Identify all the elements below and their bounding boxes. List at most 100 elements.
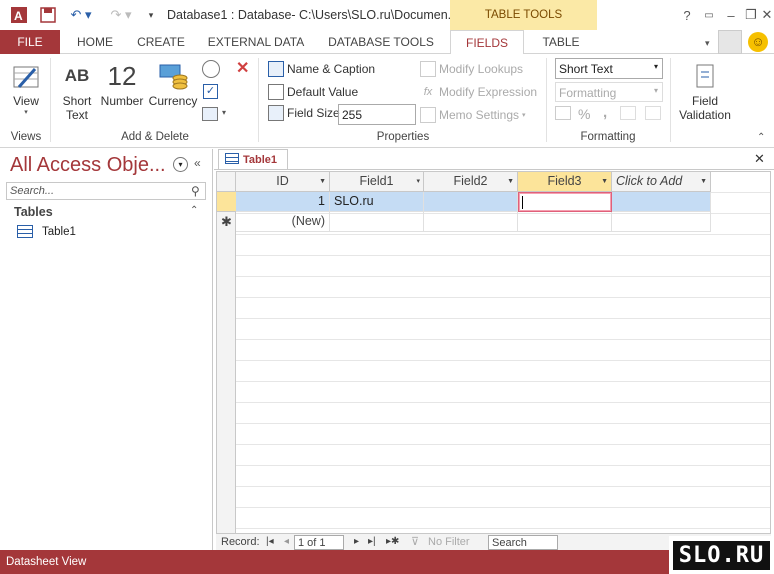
number-icon: 12 xyxy=(107,60,137,91)
chevron-down-icon: ▾ xyxy=(522,112,526,119)
record-label: Record: xyxy=(221,536,260,548)
nav-pane-title[interactable]: All Access Obje... xyxy=(10,154,166,177)
nav-item-table1[interactable]: Table1 xyxy=(17,225,76,238)
modify-lookups-button[interactable]: Modify Lookups xyxy=(420,61,523,77)
access-logo-icon[interactable]: A xyxy=(8,5,30,25)
collapse-ribbon-icon[interactable]: ⌃ xyxy=(757,132,765,143)
nav-item-label: Table1 xyxy=(42,225,76,238)
column-header-label: Field2 xyxy=(453,174,488,188)
group-views-label: Views xyxy=(10,131,42,143)
chevron-down-icon: ▾ xyxy=(653,62,658,71)
modify-expression-button[interactable]: fx Modify Expression xyxy=(420,84,537,100)
doc-tab-label: Table1 xyxy=(243,154,278,166)
new-record-button[interactable]: ▸✱ xyxy=(386,536,399,547)
column-header-field1[interactable]: Field1 ▾ xyxy=(330,172,424,192)
new-row-cell[interactable] xyxy=(424,212,518,232)
column-header-id[interactable]: ID ▼ xyxy=(236,172,330,192)
close-button[interactable]: ✕ xyxy=(756,5,774,25)
close-document-icon[interactable]: ✕ xyxy=(754,151,765,167)
column-header-click-to-add[interactable]: Click to Add ▼ xyxy=(612,172,711,192)
more-fields-icon[interactable] xyxy=(202,107,218,121)
new-row-label[interactable]: (New) xyxy=(236,212,330,232)
shutter-bar-icon[interactable]: « xyxy=(194,156,201,170)
account-dropdown-icon[interactable]: ▾ xyxy=(705,38,710,49)
currency-format-icon[interactable] xyxy=(555,106,571,120)
tab-create[interactable]: CREATE xyxy=(130,30,192,54)
nav-menu-dropdown-icon[interactable]: ▾ xyxy=(173,157,188,172)
tab-database-tools[interactable]: DATABASE TOOLS xyxy=(320,30,442,54)
percent-format-button[interactable]: % xyxy=(578,106,590,122)
chevron-down-icon[interactable]: ▼ xyxy=(601,172,608,191)
next-record-button[interactable]: ▸ xyxy=(354,536,359,547)
chevron-down-icon[interactable]: ▼ xyxy=(319,172,326,191)
table-row-cell-field1[interactable]: SLO.ru xyxy=(330,192,424,212)
number-button[interactable]: 12 Number xyxy=(98,58,146,109)
redo-icon[interactable]: ↷ ▾ xyxy=(106,5,136,25)
datasheet-grid[interactable]: ID ▼ Field1 ▾ Field2 ▼ Field3 ▼ Click to Add… xyxy=(216,171,771,534)
last-record-button[interactable]: ▸| xyxy=(368,536,376,547)
more-fields-dropdown-icon[interactable]: ▾ xyxy=(222,108,226,117)
record-position-input[interactable]: 1 of 1 xyxy=(294,535,344,550)
format-dropdown[interactable]: Formatting ▾ xyxy=(555,82,663,102)
chevron-down-icon[interactable]: ▼ xyxy=(507,172,514,191)
tab-external-data[interactable]: EXTERNAL DATA xyxy=(198,30,314,54)
comma-format-button[interactable]: , xyxy=(603,104,607,121)
table-row-cell-field3[interactable] xyxy=(518,192,612,212)
nav-search-input[interactable]: Search... xyxy=(6,182,206,200)
tab-table[interactable]: TABLE xyxy=(526,30,596,54)
group-properties-label: Properties xyxy=(376,131,430,143)
first-record-button[interactable]: |◂ xyxy=(266,536,274,547)
yes-no-icon[interactable]: ✓ xyxy=(203,84,218,99)
search-icon[interactable]: ⚲ xyxy=(191,184,200,198)
delete-field-icon[interactable]: ✕ xyxy=(236,58,249,78)
help-button[interactable]: ? xyxy=(676,5,698,25)
table-row-cell-field2[interactable] xyxy=(424,192,518,212)
column-header-field3[interactable]: Field3 ▼ xyxy=(518,172,612,192)
new-row-cell[interactable] xyxy=(612,212,711,232)
tab-file[interactable]: FILE xyxy=(0,30,60,54)
name-caption-button[interactable]: Name & Caption xyxy=(268,61,375,77)
save-icon[interactable] xyxy=(38,5,58,25)
record-search-input[interactable]: Search xyxy=(488,535,558,550)
undo-icon[interactable]: ↶ ▾ xyxy=(66,5,96,25)
table-row-cell-add[interactable] xyxy=(612,192,711,212)
user-avatar[interactable] xyxy=(718,30,742,54)
tab-home[interactable]: HOME xyxy=(64,30,126,54)
memo-settings-button[interactable]: Memo Settings ▾ xyxy=(420,107,526,123)
collapse-section-icon[interactable]: ⌃ xyxy=(190,205,198,216)
minimize-button[interactable]: – xyxy=(720,5,742,25)
short-text-button[interactable]: AB Short Text xyxy=(58,58,96,122)
nav-section-tables[interactable]: Tables xyxy=(14,205,53,219)
column-header-field2[interactable]: Field2 ▼ xyxy=(424,172,518,192)
doc-tab-table1[interactable]: Table1 xyxy=(218,149,288,169)
sort-filter-icon[interactable]: ▾ xyxy=(416,172,420,191)
data-type-dropdown[interactable]: Short Text ▾ xyxy=(555,58,663,79)
chevron-down-icon[interactable]: ▼ xyxy=(700,172,707,191)
lookups-icon xyxy=(420,61,436,77)
smiley-icon[interactable]: ☺ xyxy=(748,32,768,52)
default-value-button[interactable]: Default Value xyxy=(268,84,358,100)
date-time-icon[interactable] xyxy=(202,60,220,78)
view-button[interactable]: View ▾ xyxy=(6,58,46,116)
tab-fields[interactable]: FIELDS xyxy=(450,30,524,55)
decrease-decimals-icon[interactable] xyxy=(645,106,661,120)
new-row-cell[interactable] xyxy=(330,212,424,232)
select-all-corner[interactable] xyxy=(217,172,236,192)
memo-icon xyxy=(420,107,436,123)
field-validation-button[interactable]: Field Validation xyxy=(674,58,736,122)
customize-qat-icon[interactable]: ▾ xyxy=(144,5,158,25)
ab-text-icon: AB xyxy=(64,66,90,85)
window-title: Database1 : Database- C:\Users\SLO.ru\Do… xyxy=(167,8,459,22)
default-value-icon xyxy=(268,84,284,100)
field-size-input[interactable]: 255 xyxy=(338,104,416,125)
currency-button[interactable]: Currency xyxy=(148,58,198,108)
table-row-cell-id[interactable]: 1 xyxy=(236,192,330,212)
new-row-cell[interactable] xyxy=(518,212,612,232)
filter-icon[interactable]: ⊽ xyxy=(411,535,419,548)
no-filter-label[interactable]: No Filter xyxy=(428,536,470,548)
record-selector-current[interactable] xyxy=(217,192,236,212)
increase-decimals-icon[interactable] xyxy=(620,106,636,120)
restore-ribbon-button[interactable]: ▭ xyxy=(698,5,720,25)
previous-record-button[interactable]: ◂ xyxy=(284,536,289,547)
new-record-selector[interactable]: ✱ xyxy=(217,212,236,232)
